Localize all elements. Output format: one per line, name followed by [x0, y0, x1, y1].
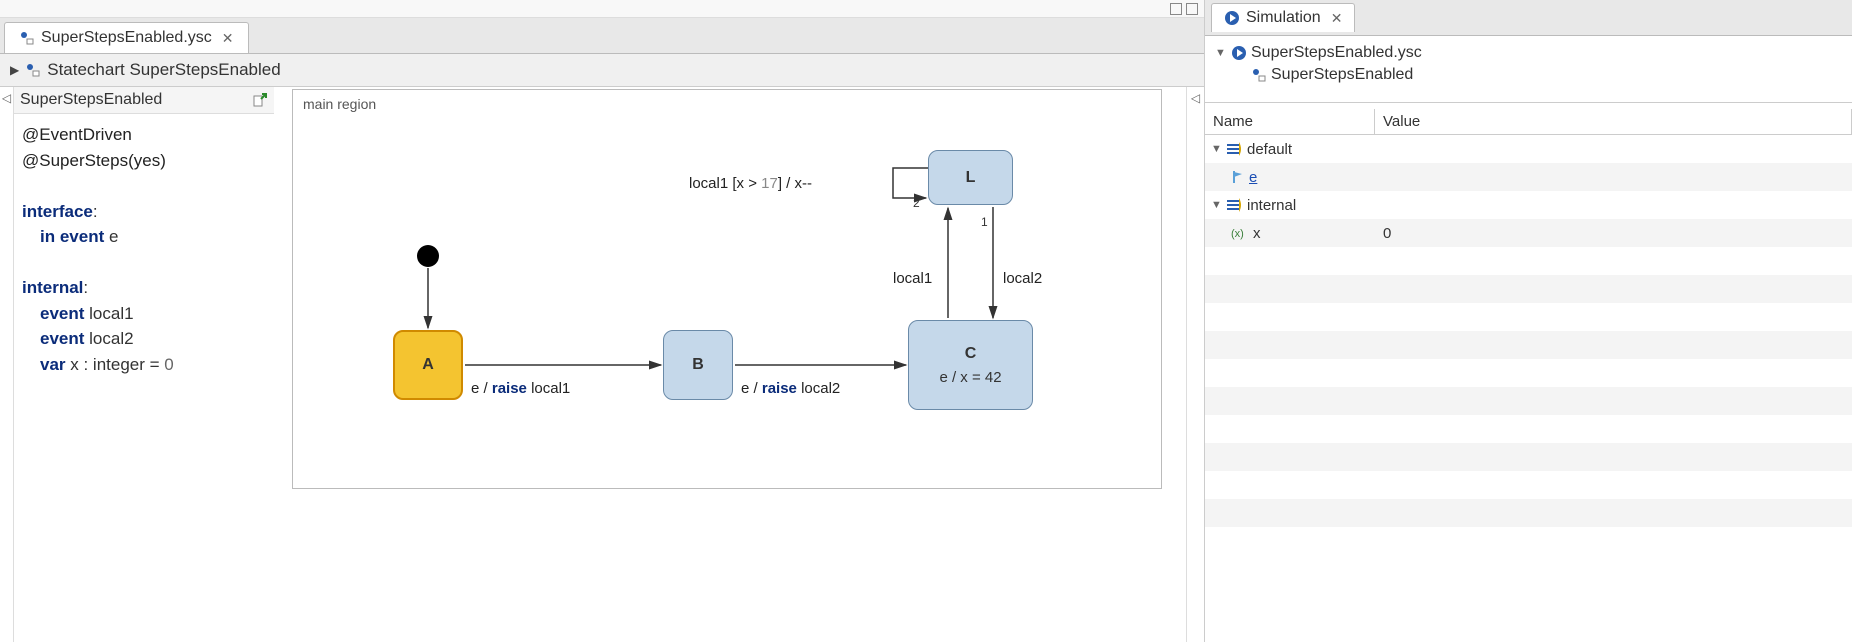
minimize-icon[interactable] [1170, 3, 1182, 15]
transition-l-self-label[interactable]: local1 [x > 17] / x-- [689, 175, 812, 192]
editor-tab-label: SuperStepsEnabled.ysc [41, 29, 212, 47]
kw-event2: event [40, 329, 84, 348]
editor-tab-bar: SuperStepsEnabled.ysc ✕ [0, 18, 1204, 54]
simulation-panel: Simulation ✕ ▼ SuperStepsEnabled.ysc Sup… [1205, 0, 1852, 642]
variable-icon: (x) [1231, 226, 1249, 240]
annotation-supersteps: @SuperSteps(yes) [22, 151, 166, 170]
table-row-empty [1205, 359, 1852, 387]
row-var-x-label: x [1253, 225, 1261, 242]
state-b-label: B [692, 356, 704, 374]
table-row-empty [1205, 247, 1852, 275]
table-row-default[interactable]: ▼ default [1205, 135, 1852, 163]
row-default-label: default [1247, 141, 1292, 158]
popout-icon[interactable] [252, 92, 268, 108]
chevron-down-icon[interactable]: ▼ [1215, 47, 1227, 59]
chevron-down-icon[interactable]: ▼ [1211, 143, 1223, 155]
kw-internal: internal [22, 278, 83, 297]
table-row-empty [1205, 415, 1852, 443]
table-header: Name Value [1205, 109, 1852, 135]
region-main[interactable]: main region A B C e / x = 42 L [292, 89, 1162, 489]
table-row-empty [1205, 387, 1852, 415]
row-internal-label: internal [1247, 197, 1296, 214]
statechart-file-icon [19, 30, 35, 46]
table-row-empty [1205, 499, 1852, 527]
kw-event1: event [40, 304, 84, 323]
interface-icon [1227, 142, 1243, 156]
sim-tab[interactable]: Simulation ✕ [1211, 3, 1355, 32]
row-event-e-label[interactable]: e [1249, 169, 1257, 186]
chevron-down-icon[interactable]: ▼ [1211, 199, 1223, 211]
priority-2: 2 [913, 196, 920, 210]
view-toolbar [0, 0, 1204, 18]
definition-panel: SuperStepsEnabled @EventDriven @SuperSte… [14, 87, 274, 642]
tree-child-label: SuperStepsEnabled [1271, 66, 1413, 84]
maximize-icon[interactable] [1186, 3, 1198, 15]
priority-1: 1 [981, 215, 988, 229]
editor-tab[interactable]: SuperStepsEnabled.ysc ✕ [4, 22, 249, 53]
transition-c-l-label[interactable]: local1 [893, 270, 932, 287]
state-l-label: L [966, 169, 976, 187]
row-var-x-value[interactable]: 0 [1375, 225, 1852, 242]
sim-tab-label: Simulation [1246, 9, 1321, 27]
table-row-empty [1205, 275, 1852, 303]
state-a-label: A [422, 356, 434, 374]
svg-text:(x): (x) [1231, 228, 1244, 240]
breadcrumb-arrow-icon: ▶ [10, 63, 19, 77]
close-icon[interactable]: ✕ [1331, 10, 1343, 27]
evname-local2: local2 [84, 329, 133, 348]
close-icon[interactable]: ✕ [222, 30, 234, 47]
var-init: 0 [164, 355, 173, 374]
collapse-right-handle[interactable]: ◁ [1186, 87, 1204, 642]
transition-b-c-label[interactable]: e / raise local2 [741, 380, 840, 397]
annotation-eventdriven: @EventDriven [22, 125, 132, 144]
statechart-icon [25, 62, 41, 78]
state-c-action: e / x = 42 [939, 369, 1001, 386]
initial-state[interactable] [417, 245, 439, 267]
event-flag-icon [1231, 170, 1245, 184]
evname-e: e [104, 227, 118, 246]
collapse-left-handle[interactable]: ◁ [0, 87, 14, 642]
region-label: main region [293, 90, 1161, 118]
kw-var: var [40, 355, 66, 374]
state-a[interactable]: A [393, 330, 463, 400]
breadcrumb-label: Statechart SuperStepsEnabled [47, 60, 280, 80]
breadcrumb[interactable]: ▶ Statechart SuperStepsEnabled [0, 54, 1204, 87]
sim-tab-bar: Simulation ✕ [1205, 0, 1852, 36]
tree-root-label: SuperStepsEnabled.ysc [1251, 44, 1422, 62]
table-row-empty [1205, 303, 1852, 331]
definition-text[interactable]: @EventDriven @SuperSteps(yes) interface:… [14, 114, 274, 385]
state-b[interactable]: B [663, 330, 733, 400]
table-row-empty [1205, 471, 1852, 499]
play-icon [1224, 10, 1240, 26]
state-l[interactable]: L [928, 150, 1013, 205]
interface-icon [1227, 198, 1243, 212]
table-row-empty [1205, 443, 1852, 471]
tree-child-row[interactable]: SuperStepsEnabled [1215, 64, 1842, 86]
table-row-var-x[interactable]: (x) x 0 [1205, 219, 1852, 247]
play-icon [1231, 45, 1247, 61]
transition-l-c-label[interactable]: local2 [1003, 270, 1042, 287]
sim-variables-table: Name Value ▼ default e [1205, 109, 1852, 642]
state-c-label: C [965, 345, 977, 363]
table-row-event-e[interactable]: e [1205, 163, 1852, 191]
transition-a-b-label[interactable]: e / raise local1 [471, 380, 570, 397]
col-value-header[interactable]: Value [1375, 109, 1852, 134]
table-row-empty [1205, 331, 1852, 359]
state-c[interactable]: C e / x = 42 [908, 320, 1033, 410]
definition-header-label: SuperStepsEnabled [20, 91, 162, 109]
diagram-edges [293, 90, 1163, 490]
tree-root-row[interactable]: ▼ SuperStepsEnabled.ysc [1215, 42, 1842, 64]
sim-session-tree[interactable]: ▼ SuperStepsEnabled.ysc SuperStepsEnable… [1205, 36, 1852, 103]
var-decl: x : integer = [66, 355, 165, 374]
kw-interface: interface [22, 202, 93, 221]
evname-local1: local1 [84, 304, 133, 323]
kw-in-event: in event [40, 227, 104, 246]
table-row-internal[interactable]: ▼ internal [1205, 191, 1852, 219]
statechart-icon [1251, 67, 1267, 83]
col-name-header[interactable]: Name [1205, 109, 1375, 134]
diagram-canvas[interactable]: main region A B C e / x = 42 L [274, 87, 1186, 642]
